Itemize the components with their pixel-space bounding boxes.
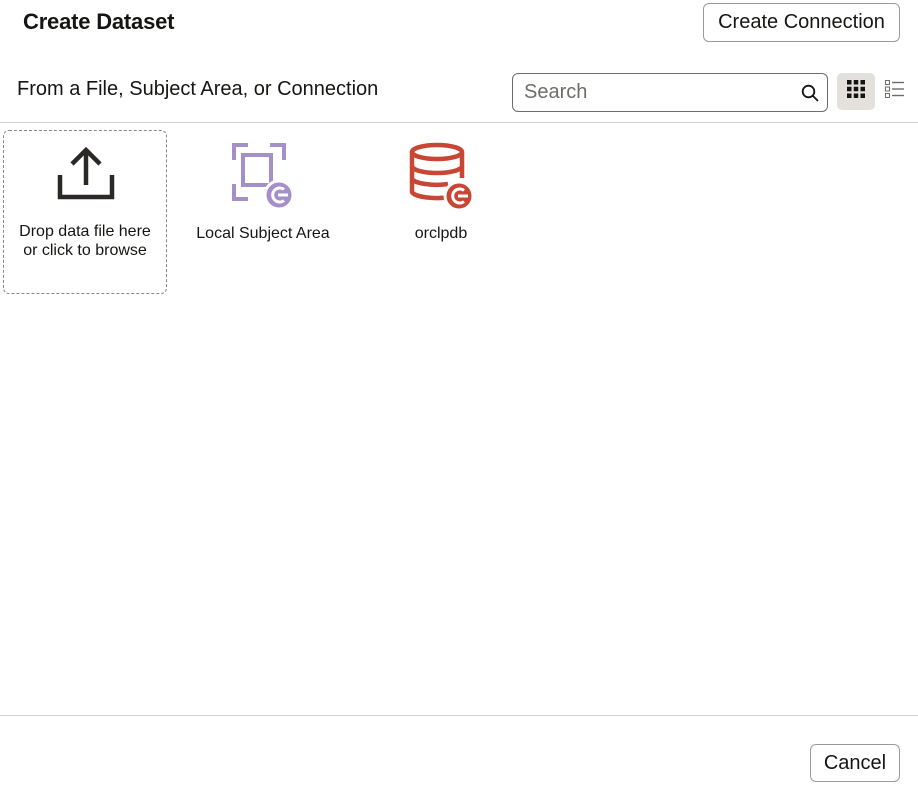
list-view-toggle[interactable] [878,73,912,110]
tile-label: orclpdb [414,225,468,242]
file-drop-zone[interactable]: Drop data file here or click to browse [3,130,167,294]
footer-divider [0,715,918,716]
upload-icon [57,145,115,208]
drop-zone-label: Drop data file here or click to browse [19,223,151,259]
local-subject-area-tile[interactable]: Local Subject Area [188,142,338,243]
cancel-button[interactable]: Cancel [810,744,900,782]
dialog-subtitle: From a File, Subject Area, or Connection [17,78,379,100]
grid-view-toggle[interactable] [837,73,875,110]
create-connection-button[interactable]: Create Connection [703,3,900,42]
search-icon[interactable] [793,74,827,111]
database-connection-icon [366,142,516,212]
header-divider [0,122,918,123]
search-field[interactable] [512,73,828,112]
subject-area-icon [188,142,338,212]
orclpdb-connection-tile[interactable]: orclpdb [366,142,516,243]
tile-label: Local Subject Area [196,225,330,242]
dialog-title: Create Dataset [23,9,175,34]
list-view-icon [885,80,905,103]
grid-view-icon [847,80,865,103]
search-input[interactable] [513,74,793,111]
